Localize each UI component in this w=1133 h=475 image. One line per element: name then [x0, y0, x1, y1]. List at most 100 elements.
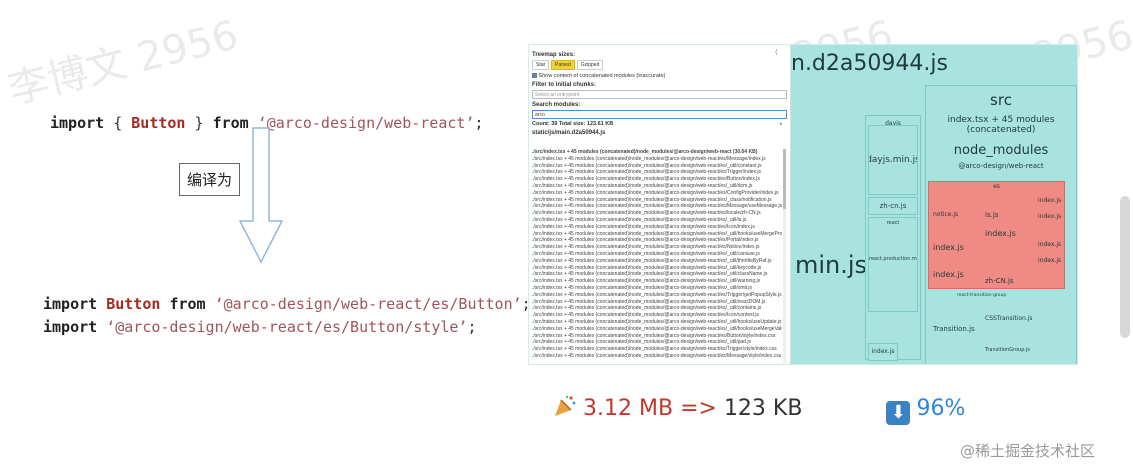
module-list-item[interactable]: ./src/index.tsx + 45 modules (concatenat… — [532, 299, 782, 306]
module-list-item[interactable]: ./src/index.tsx + 45 modules (concatenat… — [532, 149, 782, 156]
search-heading: Search modules: — [532, 102, 581, 108]
keyword-import: import — [43, 318, 98, 336]
module-list-item[interactable]: ./src/index.tsx + 45 modules (concatenat… — [532, 346, 782, 353]
index-label: index.js — [1038, 257, 1062, 264]
brace: { — [104, 114, 132, 132]
size-options: Stat Parsed Gzipped — [532, 60, 787, 70]
filter-heading: Filter to initial chunks: — [532, 82, 597, 88]
index-label: index.js — [985, 229, 1016, 238]
zh-cn-label: zh-cn.js — [879, 202, 907, 210]
module-list-scrollbar[interactable] — [783, 149, 786, 363]
index-label: index.js — [1038, 197, 1062, 204]
module-list-item[interactable]: ./src/index.tsx + 45 modules (concatenat… — [532, 319, 782, 326]
identifier-button: Button — [131, 114, 186, 132]
search-input[interactable]: arco — [532, 110, 787, 119]
down-arrow-icon — [238, 127, 284, 264]
treemap-sizes-heading: Treemap sizes: — [532, 52, 576, 58]
module-list-item[interactable]: ./src/index.tsx + 45 modules (concatenat… — [532, 292, 782, 299]
module-list-item[interactable]: ./src/index.tsx + 45 modules (concatenat… — [532, 353, 782, 360]
module-list-item[interactable]: ./src/index.tsx + 45 modules (concatenat… — [532, 197, 782, 204]
index-concat-label: index.tsx + 45 modules (concatenated) — [947, 115, 1055, 135]
module-list-item[interactable]: ./src/index.tsx + 45 modules (concatenat… — [532, 210, 782, 217]
node-modules-label: node_modules — [953, 143, 1049, 158]
react-prod-label: react.production.min.js — [869, 256, 917, 262]
index-label: index.js — [933, 243, 964, 252]
index-label: index.js — [933, 270, 964, 279]
zh-cn-file: zh-cn.js — [868, 197, 918, 215]
brace: } — [185, 114, 213, 132]
module-list-item[interactable]: ./src/index.tsx + 45 modules (concatenat… — [532, 231, 782, 238]
react-group: react react.production.min.js — [868, 217, 918, 312]
module-list-item[interactable]: ./src/index.tsx + 45 modules (concatenat… — [532, 169, 782, 176]
module-path: ‘@arco-design/web-react/es/Button/style’ — [97, 318, 468, 336]
page-scrollbar[interactable] — [1120, 196, 1130, 338]
collapse-panel-icon[interactable]: ⟨ — [775, 49, 777, 56]
keyword-import: import — [50, 114, 105, 132]
module-list-item[interactable]: ./src/index.tsx + 45 modules (concatenat… — [532, 244, 782, 251]
down-arrow-emoji-icon: ⬇ — [886, 401, 911, 425]
notice-label: notice.js — [933, 211, 959, 218]
size-stats: 3.12 MB => 123 KB ⬇ 96% — [553, 394, 965, 425]
main-js-label: min.js — [795, 251, 868, 279]
module-list-item[interactable]: ./src/index.tsx + 45 modules (concatenat… — [532, 156, 782, 163]
semicolon: ; — [467, 318, 477, 336]
css-transition-label: CSSTransition.js — [985, 315, 1033, 322]
module-list-item[interactable]: ./src/index.tsx + 45 modules (concatenat… — [532, 258, 782, 265]
module-list-item[interactable]: ./src/index.tsx + 45 modules (concatenat… — [532, 203, 782, 210]
bundle-analyzer-screenshot: n.d2a50944.js min.js dayjs dayjs.min.js … — [528, 44, 1078, 365]
after-size: 123 KB — [723, 396, 803, 421]
size-option-parsed[interactable]: Parsed — [550, 60, 575, 70]
dayjs-file: dayjs.min.js — [868, 125, 918, 195]
bundle-name: static/js/main.d2a50944.js — [532, 130, 606, 136]
index-file: index.js — [868, 343, 898, 361]
module-list-item[interactable]: ./src/index.tsx + 45 modules (concatenat… — [532, 278, 782, 285]
module-list-item[interactable]: ./src/index.tsx + 45 modules (concatenat… — [532, 339, 782, 346]
clear-search-icon[interactable]: × — [779, 122, 783, 128]
module-list-item[interactable]: ./src/index.tsx + 45 modules (concatenat… — [532, 251, 782, 258]
brand-watermark: @稀土掘金技术社区 — [960, 442, 1096, 460]
index-label: index.js — [1038, 213, 1062, 220]
module-list: ./src/index.tsx + 45 modules (concatenat… — [532, 149, 782, 360]
src-label: src — [990, 91, 1012, 109]
module-list-item[interactable]: ./src/index.tsx + 45 modules (concatenat… — [532, 176, 782, 183]
show-contents-label: Show content of concatenated modules (in… — [538, 73, 666, 79]
reduction-percent: 96% — [916, 396, 966, 421]
is-label: is.js — [985, 211, 999, 219]
react-transition-label: react-transition-group — [957, 293, 1007, 298]
module-list-item[interactable]: ./src/index.tsx + 45 modules (concatenat… — [532, 237, 782, 244]
code-line-compiled-2: import ‘@arco-design/web-react/es/Button… — [43, 300, 476, 336]
dayjs-file-label: dayjs.min.js — [868, 155, 918, 165]
count-line: Count: 39 Total size: 123.61 KB — [532, 121, 614, 127]
size-option-stat[interactable]: Stat — [532, 60, 549, 70]
module-list-item[interactable]: ./src/index.tsx + 45 modules (concatenat… — [532, 333, 782, 340]
module-list-item[interactable]: ./src/index.tsx + 45 modules (concatenat… — [532, 271, 782, 278]
transition-group-label: TransitionGroup.js — [985, 347, 1030, 353]
treemap-sidebar: Treemap sizes: Stat Parsed Gzipped Show … — [529, 45, 791, 364]
show-contents-row: Show content of concatenated modules (in… — [532, 73, 787, 79]
entrypoint-select[interactable]: Select an entrypoint — [532, 90, 787, 99]
index-label: index.js — [871, 348, 895, 355]
module-list-item[interactable]: ./src/index.tsx + 45 modules (concatenat… — [532, 217, 782, 224]
zh-cn-upper-label: zh-CN.js — [985, 277, 1014, 285]
es-label: es — [993, 183, 1000, 190]
react-label: react — [886, 220, 900, 226]
module-list-item[interactable]: ./src/index.tsx + 45 modules (concatenat… — [532, 326, 782, 333]
module-list-item[interactable]: ./src/index.tsx + 45 modules (concatenat… — [532, 163, 782, 170]
show-contents-checkbox[interactable] — [532, 73, 537, 78]
bundle-label: n.d2a50944.js — [791, 51, 948, 76]
module-list-item[interactable]: ./src/index.tsx + 45 modules (concatenat… — [532, 224, 782, 231]
module-list-item[interactable]: ./src/index.tsx + 45 modules (concatenat… — [532, 190, 782, 197]
module-list-item[interactable]: ./src/index.tsx + 45 modules (concatenat… — [532, 312, 782, 319]
party-popper-icon — [555, 395, 576, 416]
before-size: 3.12 MB — [583, 396, 674, 421]
module-list-item[interactable]: ./src/index.tsx + 45 modules (concatenat… — [532, 183, 782, 190]
size-option-gzipped[interactable]: Gzipped — [576, 60, 604, 70]
module-list-item[interactable]: ./src/index.tsx + 45 modules (concatenat… — [532, 265, 782, 272]
module-list-item[interactable]: ./src/index.tsx + 45 modules (concatenat… — [532, 285, 782, 292]
index-label: index.js — [1038, 241, 1062, 248]
arco-label: @arco-design/web-react — [958, 162, 1044, 170]
semicolon: ; — [474, 114, 484, 132]
module-list-item[interactable]: ./src/index.tsx + 45 modules (concatenat… — [532, 305, 782, 312]
transition-label: Transition.js — [933, 325, 975, 333]
arrow-text: => — [680, 396, 717, 421]
